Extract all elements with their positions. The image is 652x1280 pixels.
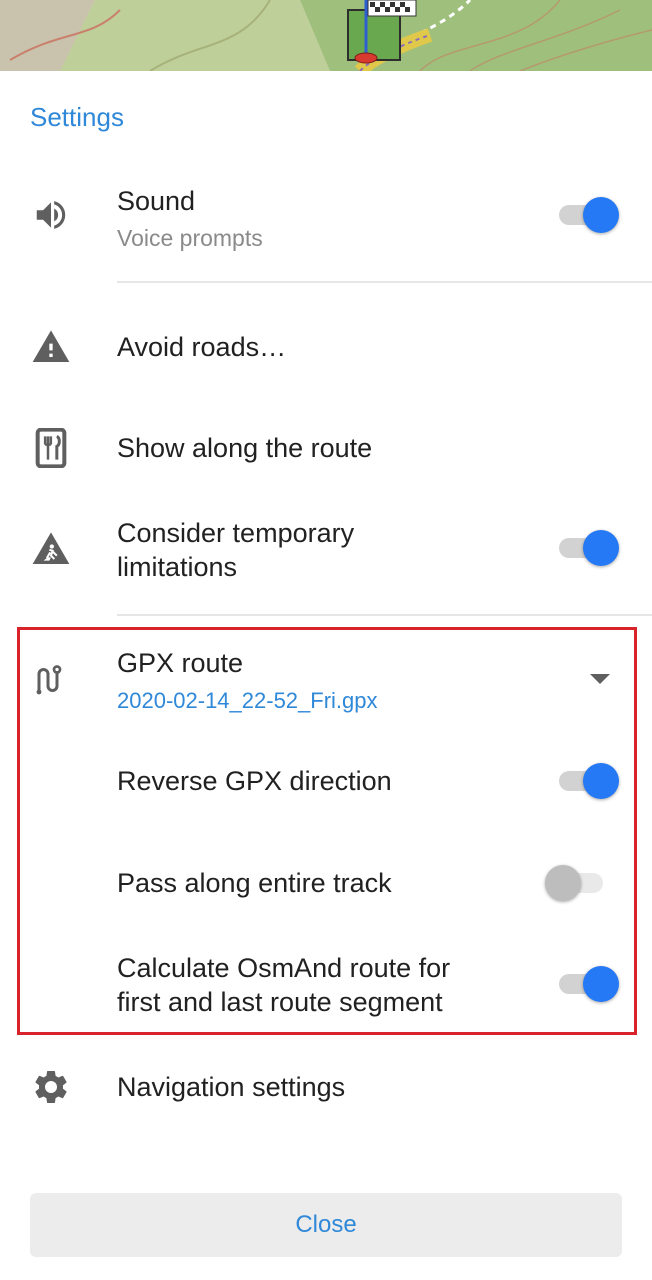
show-along-row[interactable]: Show along the route (0, 400, 652, 496)
speaker-icon (30, 194, 72, 236)
restaurant-icon (30, 427, 72, 469)
navigation-settings-row[interactable]: Navigation settings (0, 1040, 652, 1136)
scroll-fade (0, 1140, 652, 1186)
avoid-roads-title: Avoid roads… (117, 332, 287, 362)
avoid-roads-row[interactable]: Avoid roads… (0, 300, 652, 396)
divider (117, 614, 652, 616)
section-title: Settings (30, 102, 124, 132)
map-background (0, 0, 652, 71)
temporary-limitations-title-line2: limitations (117, 552, 238, 582)
sound-title: Sound (117, 186, 196, 216)
sound-toggle[interactable] (559, 197, 619, 233)
divider (117, 281, 652, 283)
temporary-limitations-toggle[interactable] (559, 530, 619, 566)
navigation-settings-title: Navigation settings (117, 1072, 346, 1102)
sound-subtitle: Voice prompts (117, 225, 263, 251)
temporary-limitations-title-line1: Consider temporary (117, 518, 355, 548)
sound-row[interactable]: Sound Voice prompts (0, 176, 652, 282)
map-preview[interactable] (0, 0, 652, 71)
show-along-title: Show along the route (117, 433, 373, 463)
temporary-limitations-row[interactable]: Consider temporary limitations (0, 510, 652, 614)
close-button[interactable]: Close (30, 1193, 622, 1257)
gear-icon (30, 1066, 72, 1108)
warning-icon (30, 326, 72, 368)
roadworks-icon (30, 528, 72, 570)
highlight-box (17, 627, 637, 1035)
